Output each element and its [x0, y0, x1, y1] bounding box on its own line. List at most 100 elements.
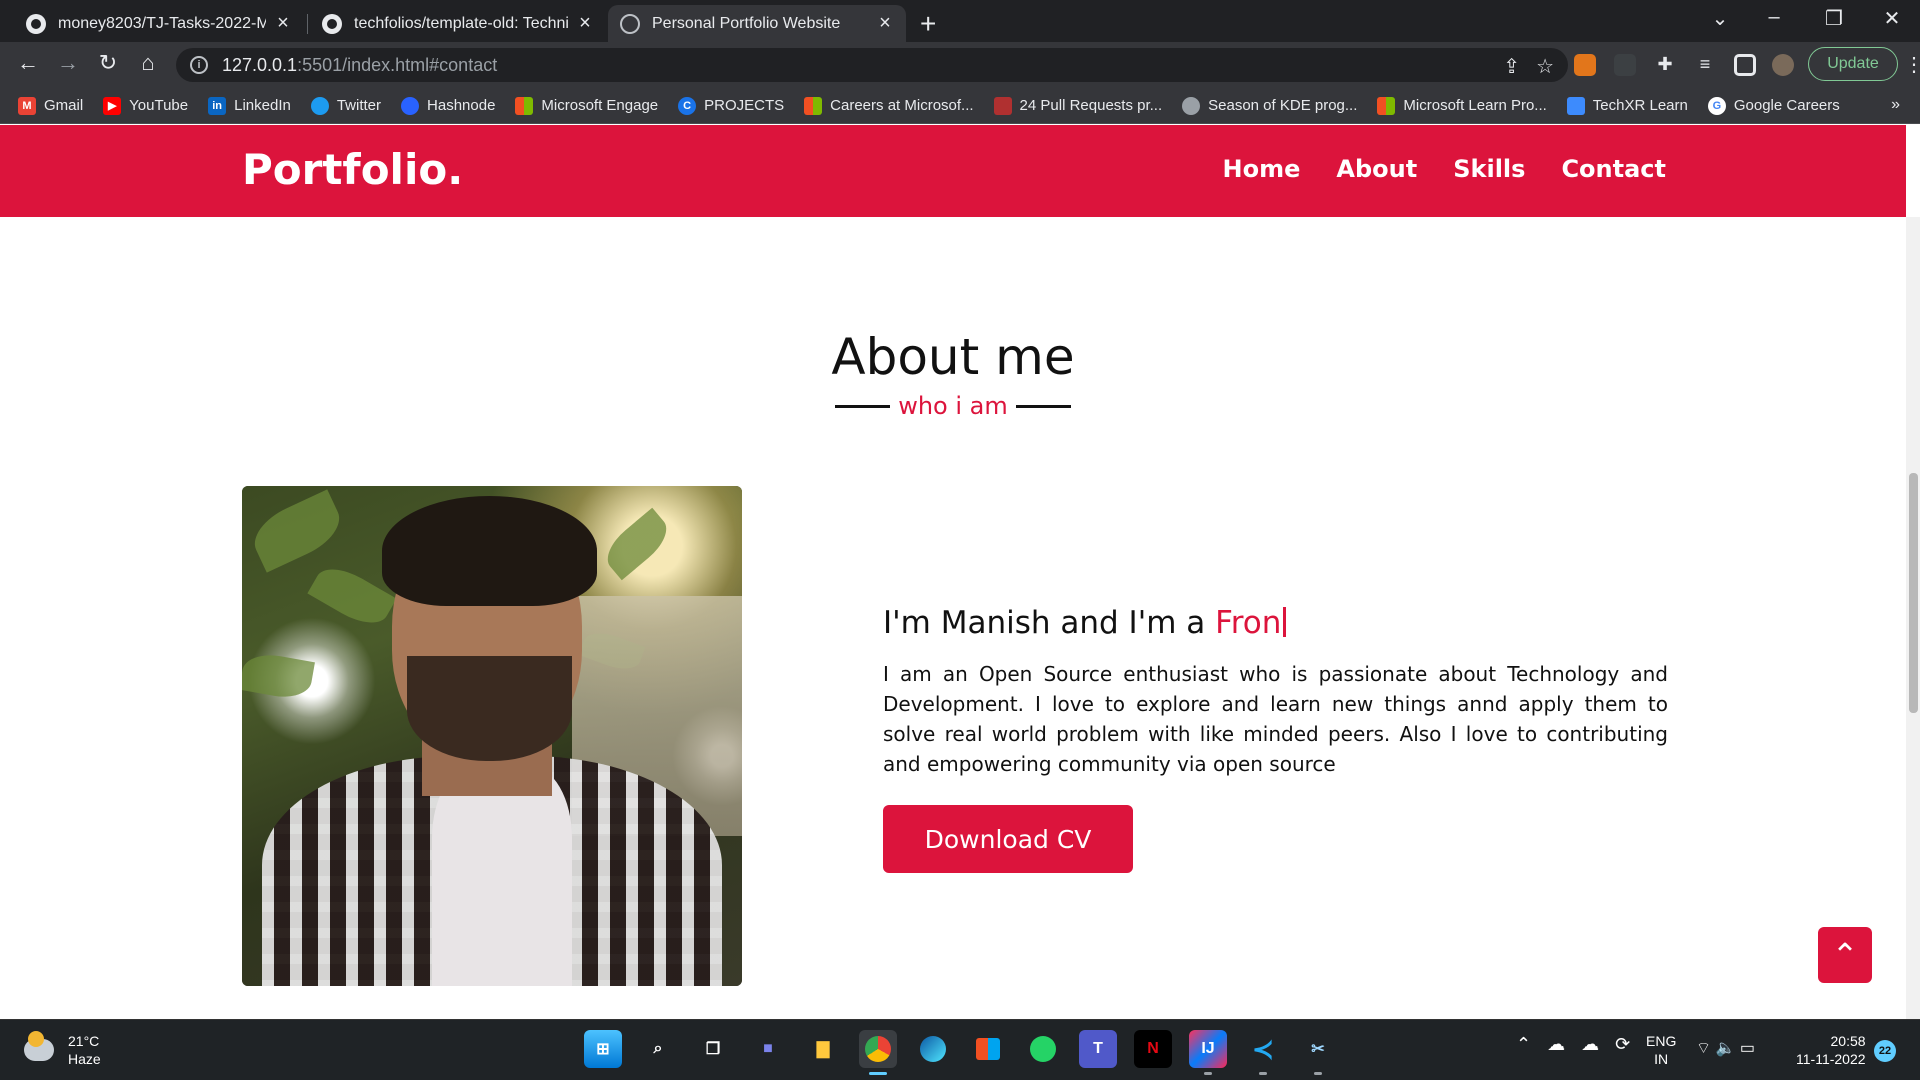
date: 11-11-2022 — [1796, 1051, 1866, 1067]
intellij-icon[interactable]: IJ — [1189, 1030, 1227, 1075]
more-bookmarks-icon[interactable]: » — [1891, 96, 1900, 114]
chrome-icon[interactable] — [859, 1030, 897, 1075]
scrollbar-thumb[interactable] — [1909, 473, 1918, 713]
typing-caret — [1283, 607, 1287, 637]
weather-widget[interactable]: 21°C Haze — [24, 1031, 101, 1068]
nav-contact[interactable]: Contact — [1561, 155, 1666, 183]
microsoft-icon — [515, 96, 534, 115]
update-button[interactable]: Update — [1808, 47, 1898, 81]
divider — [835, 404, 891, 408]
site-logo[interactable]: Portfolio. — [242, 145, 463, 194]
teams-chat-icon[interactable]: ■ — [749, 1030, 787, 1068]
language-indicator[interactable]: ENG IN — [1646, 1032, 1676, 1068]
snipping-icon[interactable]: ✂ — [1299, 1030, 1337, 1075]
tab-portfolio[interactable]: Personal Portfolio Website × — [608, 5, 906, 42]
twitter-icon — [310, 96, 329, 115]
bookmark-google-careers[interactable]: G Google Careers — [1707, 96, 1840, 115]
bookmark-careers-microsoft[interactable]: Careers at Microsof... — [804, 96, 974, 115]
search-icon[interactable]: ⌕ — [639, 1030, 677, 1068]
url-host: 127.0.0.1 — [222, 54, 298, 75]
region-code: IN — [1654, 1051, 1669, 1067]
headline-prefix: I'm Manish and I'm a — [883, 605, 1216, 641]
teams-icon[interactable]: T — [1079, 1030, 1117, 1068]
bookmark-season-of-kde[interactable]: Season of KDE prog... — [1182, 96, 1358, 115]
download-cv-button[interactable]: Download CV — [883, 805, 1133, 873]
cloud-icon[interactable]: ☁ — [1581, 1034, 1599, 1055]
bookmark-star-icon[interactable]: ☆ — [1536, 54, 1554, 79]
language-code: ENG — [1646, 1033, 1677, 1049]
share-icon[interactable]: ⇪ — [1503, 54, 1520, 79]
bookmark-youtube[interactable]: ▶ YouTube — [103, 96, 188, 115]
profile-avatar[interactable] — [1772, 54, 1794, 76]
media-queue-icon[interactable]: ≡ — [1694, 54, 1716, 76]
bookmark-microsoft-engage[interactable]: Microsoft Engage — [515, 96, 658, 115]
file-explorer-icon[interactable]: ▇ — [804, 1030, 842, 1068]
taskbar-apps: ⊞ ⌕ ❐ ■ ▇ T N IJ ≺ ✂ — [584, 1030, 1354, 1075]
vscode-icon[interactable]: ≺ — [1244, 1030, 1282, 1075]
youtube-icon: ▶ — [103, 96, 122, 115]
restore-icon[interactable]: ❐ — [1814, 6, 1854, 31]
notification-badge[interactable]: 22 — [1874, 1040, 1896, 1062]
battery-icon: ▭ — [1739, 1040, 1755, 1057]
time: 20:58 — [1830, 1033, 1866, 1049]
scroll-to-top-button[interactable]: ⌃ — [1818, 927, 1872, 983]
close-icon[interactable]: × — [576, 12, 594, 35]
site-info-icon[interactable]: i — [190, 56, 208, 74]
metamask-icon[interactable] — [1574, 54, 1596, 76]
window-close-icon[interactable]: ✕ — [1872, 6, 1912, 31]
bookmark-twitter[interactable]: Twitter — [310, 96, 381, 115]
sync-icon[interactable]: ⟳ — [1615, 1034, 1630, 1055]
reload-icon[interactable]: ↻ — [92, 50, 124, 76]
extension-icon[interactable] — [1614, 54, 1636, 76]
back-icon[interactable]: ← — [12, 50, 44, 76]
store-icon[interactable] — [969, 1030, 1007, 1068]
section-subtitle: who i am — [0, 392, 1906, 420]
onedrive-icon[interactable]: ☁ — [1547, 1034, 1565, 1055]
chevron-up-icon[interactable]: ⌃ — [1516, 1034, 1531, 1055]
bookmark-label: Season of KDE prog... — [1208, 97, 1358, 114]
address-bar[interactable]: i 127.0.0.1:5501/index.html#contact ⇪ ☆ — [176, 48, 1568, 82]
bookmark-24-pull-requests[interactable]: 24 Pull Requests pr... — [993, 96, 1163, 115]
forward-icon[interactable]: → — [52, 50, 84, 76]
nav-about[interactable]: About — [1336, 155, 1417, 183]
new-tab-button[interactable]: + — [920, 8, 936, 40]
quick-settings[interactable]: ⌔ 🔈 ▭ — [1696, 1038, 1755, 1058]
tab-github-template[interactable]: techfolios/template-old: Technica × — [310, 5, 606, 42]
bookmark-label: 24 Pull Requests pr... — [1019, 97, 1163, 114]
clock[interactable]: 20:58 11-11-2022 — [1796, 1032, 1866, 1068]
weather-condition: Haze — [68, 1051, 101, 1067]
close-icon[interactable]: × — [876, 12, 894, 35]
edge-icon[interactable] — [914, 1030, 952, 1068]
bookmark-gmail[interactable]: M Gmail — [18, 96, 83, 115]
bookmark-microsoft-learn[interactable]: Microsoft Learn Pro... — [1377, 96, 1547, 115]
tab-title: money8203/TJ-Tasks-2022-MAN — [58, 14, 266, 32]
home-icon[interactable]: ⌂ — [132, 50, 164, 76]
whatsapp-icon[interactable] — [1024, 1030, 1062, 1068]
tab-search-icon[interactable]: ⌄ — [1700, 6, 1740, 31]
bookmark-linkedin[interactable]: in LinkedIn — [208, 96, 291, 115]
windows-start-icon[interactable]: ⊞ — [584, 1030, 622, 1068]
side-panel-icon[interactable] — [1734, 54, 1756, 76]
github-icon — [322, 13, 342, 34]
menu-icon[interactable]: ⋮ — [1904, 52, 1920, 77]
kde-icon — [1182, 96, 1201, 115]
bookmark-label: Microsoft Learn Pro... — [1403, 97, 1547, 114]
tab-github-tasks[interactable]: money8203/TJ-Tasks-2022-MAN × — [14, 5, 304, 42]
google-icon: G — [1707, 96, 1726, 115]
minimize-icon[interactable]: – — [1754, 6, 1794, 29]
nav-skills[interactable]: Skills — [1453, 155, 1525, 183]
close-icon[interactable]: × — [274, 12, 292, 35]
task-view-icon[interactable]: ❐ — [694, 1030, 732, 1068]
microsoft-icon — [804, 96, 823, 115]
netflix-icon[interactable]: N — [1134, 1030, 1172, 1068]
profile-photo — [242, 486, 742, 986]
bookmark-techxr[interactable]: TechXR Learn — [1566, 96, 1688, 115]
page-scrollbar[interactable] — [1906, 217, 1920, 1019]
nav-home[interactable]: Home — [1223, 155, 1301, 183]
bookmark-hashnode[interactable]: Hashnode — [401, 96, 495, 115]
bookmarks-bar: M Gmail ▶ YouTube in LinkedIn Twitter Hashn… — [0, 88, 1920, 124]
puzzle-icon[interactable]: ✚ — [1654, 54, 1676, 76]
bookmark-projects[interactable]: C PROJECTS — [678, 96, 784, 115]
techxr-icon — [1566, 96, 1585, 115]
subtitle-text: who i am — [898, 392, 1008, 420]
